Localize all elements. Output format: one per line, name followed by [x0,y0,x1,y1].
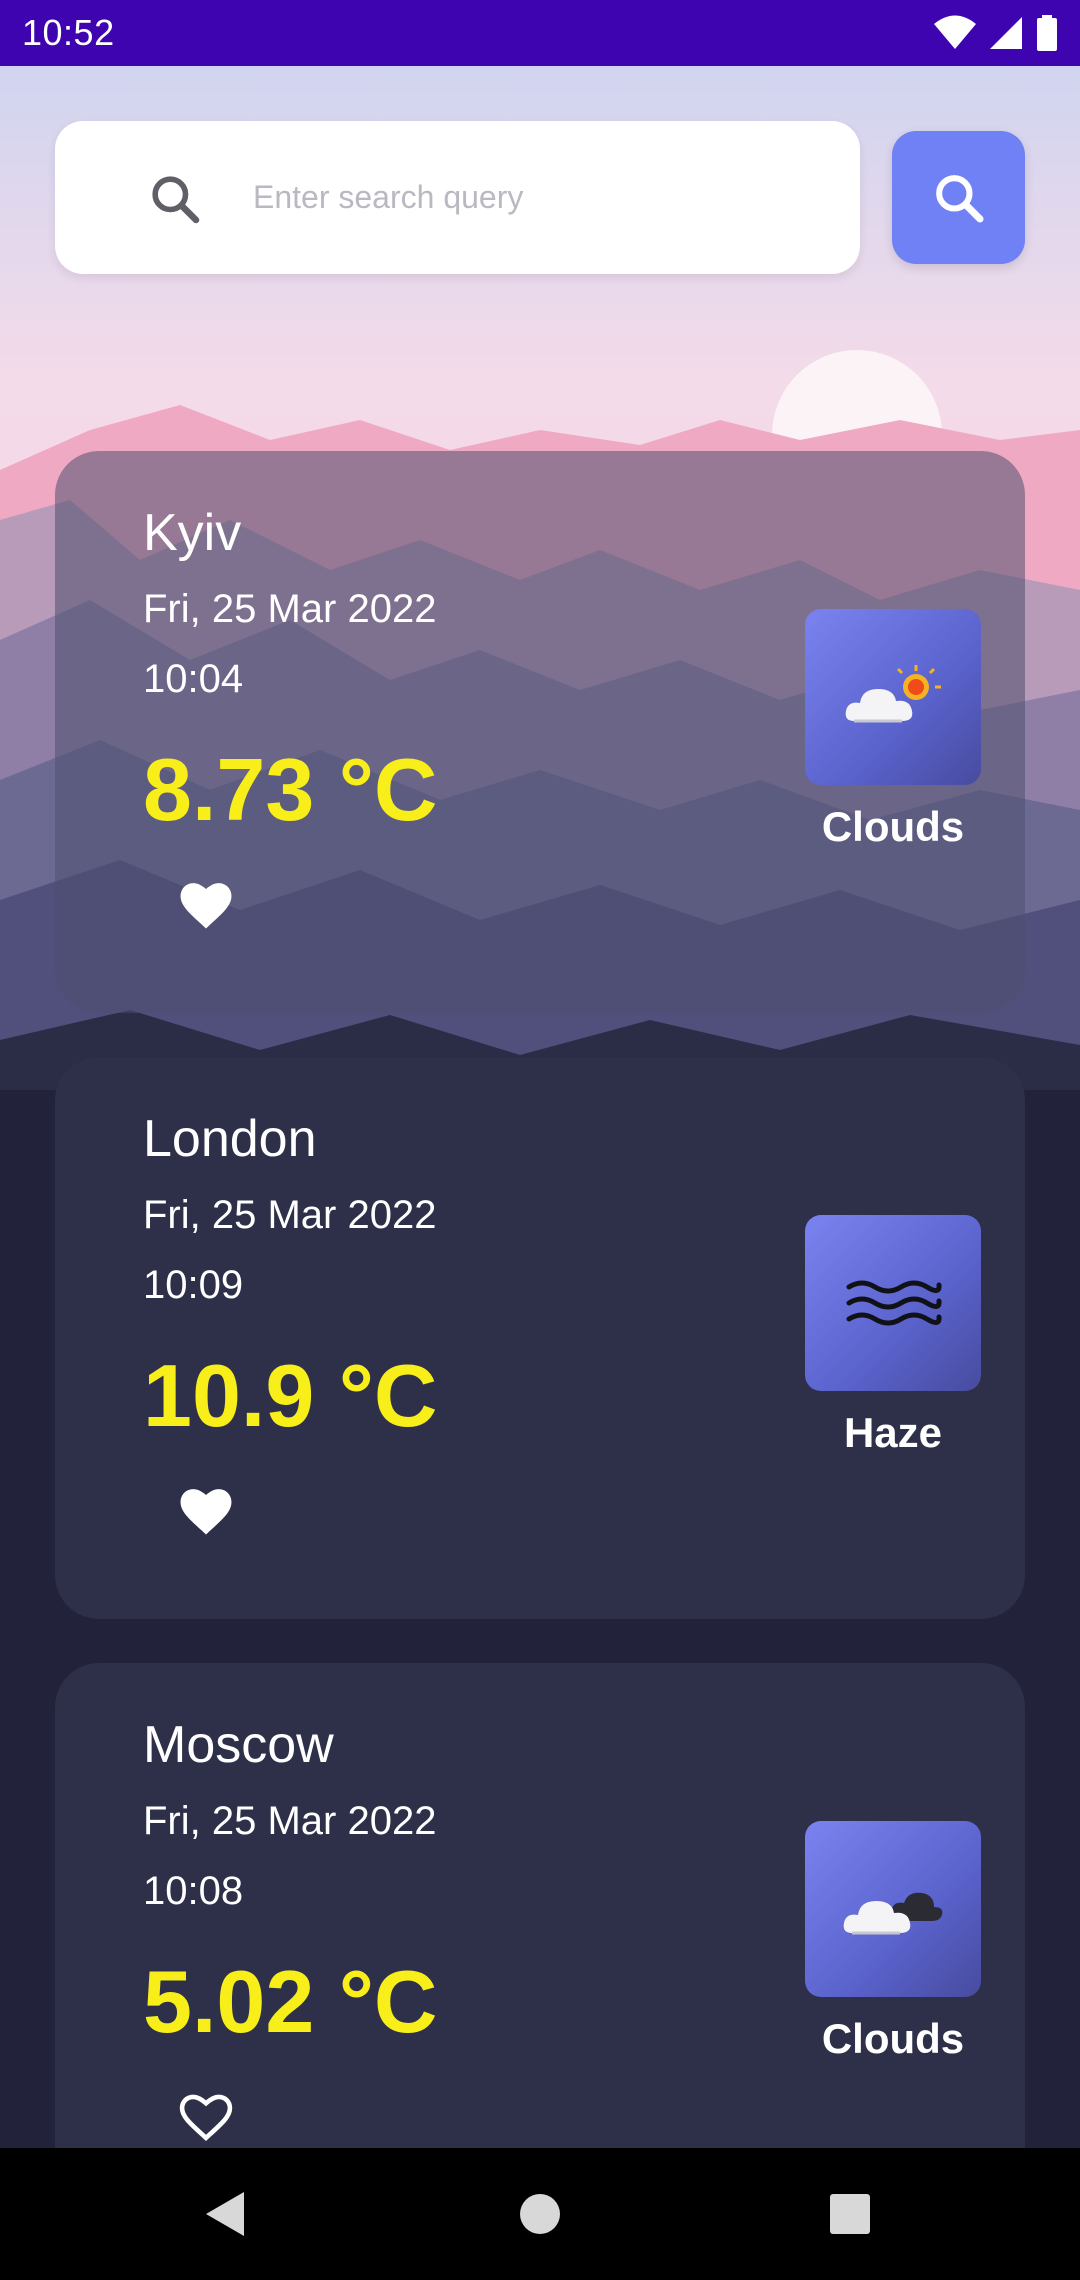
city-name: London [143,1110,317,1168]
temperature: 10.9 °C [143,1346,438,1445]
wifi-icon [934,15,976,49]
temperature: 8.73 °C [143,740,438,839]
status-bar: 10:52 [0,0,1080,66]
weather-date: Fri, 25 Mar 2022 [143,1799,437,1843]
search-icon [152,176,200,224]
weather-condition: Clouds [821,2015,965,2062]
home-icon[interactable] [518,2188,562,2240]
status-icons [934,15,1058,51]
cloud-dark-icon [843,1892,943,1935]
navigation-bar [0,2148,1080,2280]
weather-date: Fri, 25 Mar 2022 [143,1193,437,1237]
city-name: Kyiv [143,504,242,562]
weather-icon-tile [805,1821,981,1997]
weather-time: 10:08 [143,1869,244,1913]
search-box[interactable] [55,121,860,274]
weather-condition: Haze [843,1409,943,1456]
heart-filled-icon[interactable] [175,875,237,931]
recents-icon[interactable] [828,2188,872,2240]
weather-date: Fri, 25 Mar 2022 [143,587,437,631]
cloud-sun-icon [845,665,941,723]
signal-icon [990,17,1022,49]
weather-icon-tile [805,1215,981,1391]
haze-icon [846,1280,942,1326]
city-name: Moscow [143,1716,334,1774]
search-button[interactable] [892,131,1025,264]
battery-icon [1037,15,1057,51]
weather-condition: Clouds [821,803,965,850]
heart-filled-icon[interactable] [175,1481,237,1537]
search-icon [935,174,983,222]
weather-time: 10:09 [143,1263,244,1307]
status-time: 10:52 [22,12,115,53]
temperature: 5.02 °C [143,1952,438,2051]
search-input[interactable] [253,161,813,233]
weather-time: 10:04 [143,657,244,701]
back-icon[interactable] [200,2188,248,2240]
weather-card[interactable]: Kyiv Fri, 25 Mar 2022 10:04 8.73 °C Clou… [55,451,1025,1013]
weather-card[interactable]: London Fri, 25 Mar 2022 10:09 10.9 °C Ha… [55,1057,1025,1619]
weather-card[interactable]: Moscow Fri, 25 Mar 2022 10:08 5.02 °C Cl… [55,1663,1025,2148]
weather-icon-tile [805,609,981,785]
heart-outline-icon[interactable] [175,2087,237,2143]
